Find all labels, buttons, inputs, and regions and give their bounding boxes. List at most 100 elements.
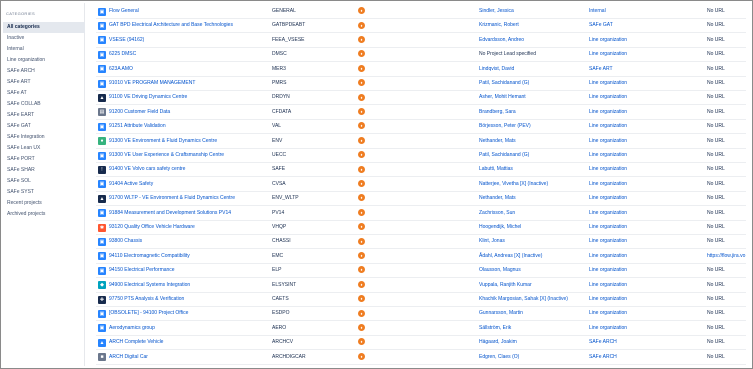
project-name-link[interactable]: 94900 Electrical Systems Integration: [109, 278, 269, 293]
project-category-link[interactable]: Line organization: [589, 306, 704, 321]
sidebar-item-safe-art[interactable]: SAFe ART: [3, 77, 85, 88]
project-name-link[interactable]: 91404 Active Safety: [109, 177, 269, 192]
project-name-link[interactable]: 91200 Customer Field Data: [109, 105, 269, 120]
project-lead[interactable]: Sällström, Erik: [479, 321, 589, 336]
project-category-link[interactable]: Line organization: [589, 191, 704, 206]
project-category-link[interactable]: Line organization: [589, 90, 704, 105]
sidebar-item-safe-arch[interactable]: SAFe ARCH: [3, 66, 85, 77]
project-category-link[interactable]: Line organization: [589, 220, 704, 235]
project-lead[interactable]: Olausson, Magnus: [479, 263, 589, 278]
sidebar-item-safe-syst[interactable]: SAFe SYST: [3, 187, 85, 198]
project-key: ELSYSINT: [272, 281, 297, 288]
project-name-link[interactable]: 91700 WLTP - VE Environment & Fluid Dyna…: [109, 191, 269, 206]
project-name-link[interactable]: 6225 DMSC: [109, 47, 269, 62]
project-name-link[interactable]: 91884 Measurement and Development Soluti…: [109, 206, 269, 221]
project-category-link[interactable]: Line organization: [589, 292, 704, 307]
project-url: No URL: [707, 324, 725, 331]
project-lead[interactable]: Börjesson, Peter (PEV): [479, 119, 589, 134]
project-lead[interactable]: Zachrisson, Sun: [479, 206, 589, 221]
project-name-link[interactable]: 91400 VE Volvo cars safety centre: [109, 162, 269, 177]
sidebar-item-line-organization[interactable]: Line organization: [3, 55, 85, 66]
project-name-link[interactable]: 623A AMO: [109, 62, 269, 77]
project-name-link[interactable]: 94150 Electrical Performance: [109, 263, 269, 278]
project-lead[interactable]: Hoogendijk, Michel: [479, 220, 589, 235]
project-category-link[interactable]: Line organization: [589, 278, 704, 293]
project-lead[interactable]: Edvardsson, Andreo: [479, 33, 589, 48]
project-url[interactable]: https://flow.jira.vo: [707, 249, 749, 264]
project-name-link[interactable]: 91251 Attribute Validation: [109, 119, 269, 134]
project-name-link[interactable]: 91010 VE PROGRAM MANAGEMENT: [109, 76, 269, 91]
project-category-link[interactable]: Internal: [589, 4, 704, 19]
sidebar-item-safe-lean-ux[interactable]: SAFe Lean UX: [3, 143, 85, 154]
project-category-link[interactable]: Line organization: [589, 76, 704, 91]
sidebar-item-safe-gat[interactable]: SAFe GAT: [3, 121, 85, 132]
project-category-link[interactable]: Line organization: [589, 47, 704, 62]
leaf-icon: ●: [98, 137, 106, 146]
project-name-link[interactable]: 91300 VE Environment & Fluid Dynamics Ce…: [109, 134, 269, 149]
project-category-link[interactable]: Line organization: [589, 162, 704, 177]
project-lead[interactable]: Natterjee, Vivetha [X] (Inactive): [479, 177, 589, 192]
project-lead[interactable]: Asher, Mohit Hemant: [479, 90, 589, 105]
project-url: No URL: [707, 195, 725, 202]
project-name-link[interactable]: 94110 Electromagnetic Compatibility: [109, 249, 269, 264]
project-lead[interactable]: Sindler, Jessica: [479, 4, 589, 19]
project-lead[interactable]: Patil, Sachidanand (G): [479, 76, 589, 91]
project-lead[interactable]: Klint, Jonas: [479, 234, 589, 249]
project-category-link[interactable]: Line organization: [589, 234, 704, 249]
project-name-link[interactable]: VSESE (94162): [109, 33, 269, 48]
project-category-link[interactable]: Line organization: [589, 206, 704, 221]
project-category-link[interactable]: SAFe ARCH: [589, 350, 704, 365]
project-lead[interactable]: Labutti, Mattias: [479, 162, 589, 177]
sidebar-item-safe-integration[interactable]: SAFe Integration: [3, 132, 85, 143]
project-lead[interactable]: Patil, Sachidanand (G): [479, 148, 589, 163]
sidebar-item-all-categories[interactable]: All categories: [3, 22, 85, 33]
project-category-link[interactable]: Line organization: [589, 105, 704, 120]
project-lead[interactable]: Ådahl, Andreas [X] (Inactive): [479, 249, 589, 264]
project-category-link[interactable]: Line organization: [589, 134, 704, 149]
project-lead[interactable]: Lindqvist, David: [479, 62, 589, 77]
sidebar-item-safe-at[interactable]: SAFe AT: [3, 88, 85, 99]
project-category-link[interactable]: SAFe GAT: [589, 18, 704, 33]
project-lead[interactable]: Nethander, Mats: [479, 134, 589, 149]
project-category-link[interactable]: Line organization: [589, 263, 704, 278]
project-name-link[interactable]: ARCH Digital Car: [109, 350, 269, 365]
sidebar-item-internal[interactable]: Internal: [3, 44, 85, 55]
sidebar-item-safe-port[interactable]: SAFe PORT: [3, 154, 85, 165]
sidebar-item-safe-sol[interactable]: SAFe SOL: [3, 176, 85, 187]
project-category-link[interactable]: Line organization: [589, 321, 704, 336]
project-key: AERO: [272, 324, 287, 331]
sidebar-item-archived-projects[interactable]: Archived projects: [3, 209, 85, 220]
project-name-link[interactable]: GAT BPD Electrical Architecture and Base…: [109, 18, 269, 33]
project-name-link[interactable]: 91300 VE User Experience & Craftsmanship…: [109, 148, 269, 163]
project-lead[interactable]: Nethander, Mats: [479, 191, 589, 206]
project-lead[interactable]: Vuppala, Ranjith Kumar: [479, 278, 589, 293]
project-name-link[interactable]: 93120 Quality Office Vehicle Hardware: [109, 220, 269, 235]
project-name-link[interactable]: 91100 VE Driving Dynamics Centre: [109, 90, 269, 105]
project-category-link[interactable]: Line organization: [589, 249, 704, 264]
project-lead[interactable]: Khachik Margosian, Sahak [X] (Inactive): [479, 292, 589, 307]
project-category-link[interactable]: Line organization: [589, 33, 704, 48]
table-row: ▣ 93800 Chassis CHASSI ♦ Klint, Jonas Line or…: [96, 234, 746, 250]
sidebar-item-safe-collab[interactable]: SAFe COLLAB: [3, 99, 85, 110]
project-lead[interactable]: Gunnarsson, Martin: [479, 306, 589, 321]
project-lead[interactable]: Hägaard, Joakim: [479, 335, 589, 350]
project-name-link[interactable]: 93800 Chassis: [109, 234, 269, 249]
project-lead[interactable]: Edgren, Claes (O): [479, 350, 589, 365]
project-name-link[interactable]: Flow General: [109, 4, 269, 19]
project-category-link[interactable]: Line organization: [589, 177, 704, 192]
sidebar-item-inactive[interactable]: Inactive: [3, 33, 85, 44]
project-lead[interactable]: Brandberg, Sara: [479, 105, 589, 120]
project-category-link[interactable]: Line organization: [589, 148, 704, 163]
project-lead[interactable]: Krizmanic, Robert: [479, 18, 589, 33]
sidebar-item-safe-eart[interactable]: SAFe EART: [3, 110, 85, 121]
project-category-link[interactable]: SAFe ARCH: [589, 335, 704, 350]
project-category-link[interactable]: Line organization: [589, 119, 704, 134]
project-name-link[interactable]: Aerodynamics group: [109, 321, 269, 336]
project-category-link[interactable]: SAFe ART: [589, 62, 704, 77]
project-name-link[interactable]: 97750 PTS Analysis & Verification: [109, 292, 269, 307]
project-name-link[interactable]: [OBSOLETE] - 94100 Project Office: [109, 306, 269, 321]
sidebar-item-safe-shar[interactable]: SAFe SHAR: [3, 165, 85, 176]
sidebar-item-recent-projects[interactable]: Recent projects: [3, 198, 85, 209]
project-name-link[interactable]: ARCH Complete Vehicle: [109, 335, 269, 350]
project-key: GATBPDEABT: [272, 22, 306, 29]
